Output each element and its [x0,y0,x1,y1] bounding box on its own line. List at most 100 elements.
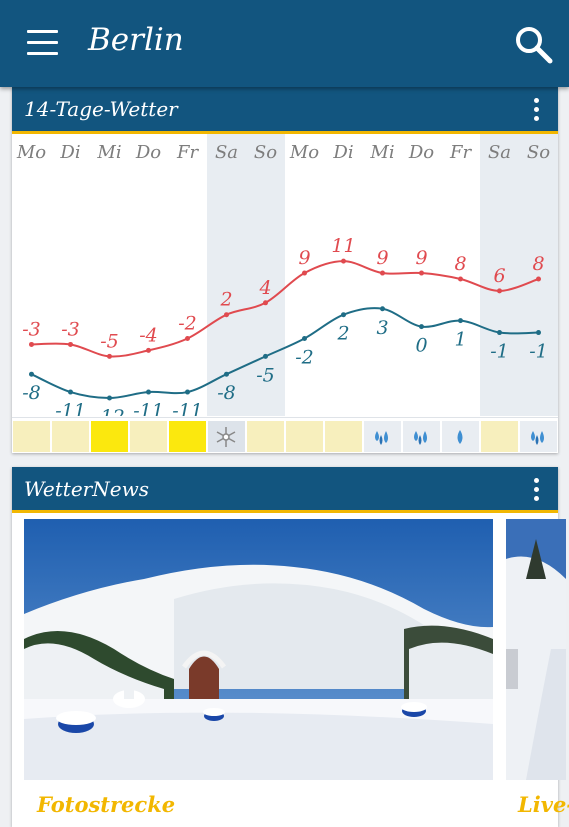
more-dot [534,107,539,112]
weather-cloudy-cell[interactable] [286,421,323,452]
high-temp-label: 4 [258,277,271,299]
weather-sunny-cell[interactable] [169,421,206,452]
low-temp-point [68,389,73,395]
rain-drop-icon [457,430,463,444]
high-temp-point [458,276,463,282]
high-temp-point [263,300,268,306]
temperature-chart: -3-3-5-4-22491199868-8-11-12-11-11-8-5-2… [22,235,548,416]
weather-rain-heavy-cell[interactable] [520,421,557,452]
weather-cloudy-cell[interactable] [13,421,50,452]
news-card-header: WetterNews [12,467,558,513]
low-temp-label: 0 [415,335,427,357]
rain-drops-icon [414,431,427,445]
high-temp-label: 11 [331,235,355,257]
high-temp-point [146,347,151,353]
high-temp-point [341,258,346,264]
app-bar: Berlin [0,0,569,87]
high-temp-label: 2 [219,289,232,311]
news-title: WetterNews [24,477,149,501]
high-temp-label: 9 [376,247,388,269]
weather-icon-row [12,417,558,452]
weather-rain-heavy-cell[interactable] [403,421,440,452]
low-temp-point [458,318,463,324]
news-item-label[interactable]: Fotostrecke [37,792,175,817]
hamburger-line [27,41,58,44]
news-item-label[interactable]: Live- [518,792,569,817]
low-temp-label: -11 [133,400,164,416]
news-more-button[interactable] [532,478,540,502]
high-temp-point [107,353,112,359]
high-temp-point [497,288,502,294]
snowflake-icon [216,427,236,447]
low-temp-label: -1 [490,341,509,363]
weather-cloudy-cell[interactable] [325,421,362,452]
high-temp-point [302,270,307,276]
high-temp-label: -5 [100,330,119,352]
forecast-more-button[interactable] [532,98,540,122]
high-temp-label: 6 [493,265,505,287]
weather-snow-cell[interactable] [208,421,245,452]
high-temp-label: 8 [454,253,466,275]
news-photo-snowy-road[interactable] [506,519,566,780]
forecast-title: 14-Tage-Wetter [24,97,178,121]
news-photo-snowy-garden[interactable] [24,519,493,780]
menu-button[interactable] [27,30,59,56]
low-temp-point [536,330,541,336]
low-temp-point [302,336,307,341]
hamburger-menu-icon [27,30,58,33]
low-temp-label: -12 [94,406,125,416]
weather-sunny-cell[interactable] [91,421,128,452]
news-card: WetterNews Fotostrecke Live [12,467,569,827]
high-temp-label: -2 [178,313,197,335]
search-icon [516,27,553,64]
more-vert-icon [534,98,539,103]
high-temp-label: 9 [415,247,427,269]
low-temp-point [419,324,424,330]
low-temp-point [497,330,502,336]
high-temp-point [419,270,424,276]
low-temp-label: 2 [336,323,349,345]
low-temp-point [263,353,268,359]
high-temp-label: 8 [532,253,544,275]
high-temp-label: -3 [61,318,80,340]
weather-cloudy-cell[interactable] [481,421,518,452]
high-temp-point [224,312,229,318]
hamburger-line [27,52,58,55]
weather-cloudy-cell[interactable] [52,421,89,452]
high-temp-point [536,276,541,282]
high-temp-point [68,341,73,347]
low-temp-label: 1 [454,329,466,351]
low-temp-label: -2 [295,347,314,369]
search-button[interactable] [514,25,554,65]
low-temp-point [224,371,229,377]
high-temp-point [185,336,190,341]
low-temp-label: -8 [217,382,236,404]
low-temp-point [341,312,346,318]
high-temp-label: 9 [298,247,310,269]
weather-cloudy-cell[interactable] [247,421,284,452]
city-title[interactable]: Berlin [88,22,184,58]
more-dot [534,487,539,492]
low-temp-point [146,389,151,395]
low-temp-point [29,371,34,377]
more-vert-icon [534,478,539,483]
weather-cloudy-cell[interactable] [130,421,167,452]
low-temp-label: -11 [55,400,86,416]
more-dot [534,496,539,501]
forecast-chart: Mo Di Mi Do Fr Sa So Mo Di Mi Do Fr Sa So -3 -3 -5 -4 -2 2… [12,134,558,452]
more-dot [534,116,539,121]
high-temp-label: -3 [22,318,41,340]
rain-drops-icon [375,431,388,445]
forecast-card: 14-Tage-Wetter Mo Di Mi Do Fr Sa So Mo Di Mi Do Fr S… [12,87,558,453]
low-temp-point [185,389,190,395]
low-temp-label: -1 [529,341,548,363]
high-temp-point [29,341,34,347]
forecast-card-header: 14-Tage-Wetter [12,87,558,134]
low-temp-label: 3 [376,317,388,339]
low-temp-point [107,395,112,401]
low-temp-label: -8 [22,382,41,404]
weather-rain-heavy-cell[interactable] [364,421,401,452]
low-temp-point [380,306,385,312]
weather-rain-light-cell[interactable] [442,421,479,452]
low-temp-label: -5 [256,364,275,386]
